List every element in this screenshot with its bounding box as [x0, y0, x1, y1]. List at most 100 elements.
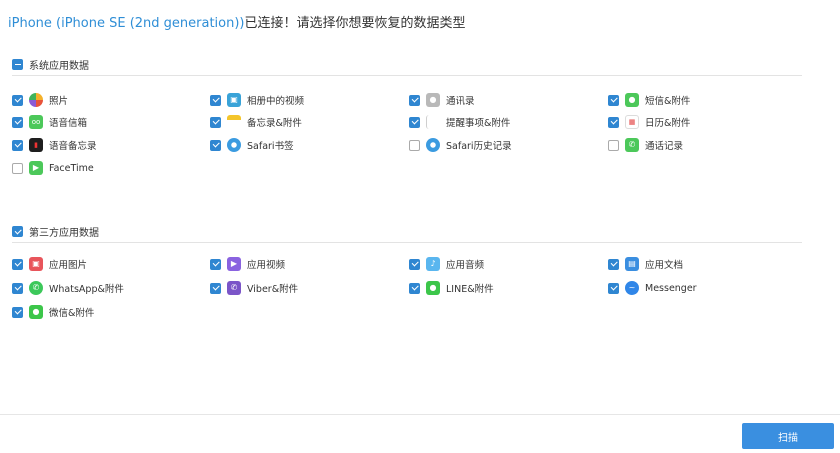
section-third-party-header[interactable]: 第三方应用数据 — [12, 221, 802, 243]
line-checkbox[interactable] — [409, 282, 420, 294]
facetime-icon: ▶ — [29, 161, 43, 175]
line-icon: ● — [426, 281, 440, 295]
reminders-checkbox[interactable] — [409, 116, 420, 128]
voice-memos-label: 语音备忘录 — [49, 141, 97, 152]
calendar-icon: ▦ — [625, 115, 639, 129]
app-audio-label: 应用音频 — [446, 260, 485, 271]
phone-icon: ✆ — [625, 138, 639, 152]
wechat-icon: ● — [29, 305, 43, 319]
whatsapp-label: WhatsApp&附件 — [49, 284, 124, 295]
notes-icon — [227, 115, 241, 129]
facetime-label: FaceTime — [49, 162, 94, 174]
facetime-checkbox[interactable] — [12, 162, 23, 174]
messages-icon: ● — [625, 93, 639, 107]
item-viber[interactable]: ✆ Viber&附件 — [210, 280, 298, 296]
photos-label: 照片 — [49, 96, 69, 107]
whatsapp-icon: ✆ — [29, 281, 43, 295]
album-video-checkbox[interactable] — [210, 94, 221, 106]
app-video-icon: ▶ — [227, 257, 241, 271]
item-reminders[interactable]: 提醒事项&附件 — [409, 114, 510, 130]
item-app-video[interactable]: ▶ 应用视频 — [210, 256, 285, 272]
app-document-checkbox[interactable] — [608, 258, 619, 270]
contacts-icon: ● — [426, 93, 440, 107]
item-wechat[interactable]: ● 微信&附件 — [12, 304, 94, 320]
viber-label: Viber&附件 — [247, 284, 299, 295]
item-facetime[interactable]: ▶ FaceTime — [12, 160, 94, 176]
app-audio-checkbox[interactable] — [409, 258, 420, 270]
app-document-icon: ▤ — [625, 257, 639, 271]
item-messenger[interactable]: ~ Messenger — [608, 280, 697, 296]
section-third-party-label: 第三方应用数据 — [29, 228, 99, 239]
album-video-icon: ▣ — [227, 93, 241, 107]
notes-label: 备忘录&附件 — [247, 118, 302, 129]
calendar-checkbox[interactable] — [608, 116, 619, 128]
call-history-label: 通话记录 — [645, 141, 684, 152]
item-notes[interactable]: 备忘录&附件 — [210, 114, 302, 130]
app-audio-icon: ♪ — [426, 257, 440, 271]
whatsapp-checkbox[interactable] — [12, 282, 23, 294]
footer-divider — [0, 414, 840, 415]
contacts-checkbox[interactable] — [409, 94, 420, 106]
voice-memos-checkbox[interactable] — [12, 139, 23, 151]
item-app-document[interactable]: ▤ 应用文档 — [608, 256, 683, 272]
voicemail-checkbox[interactable] — [12, 116, 23, 128]
item-line[interactable]: ● LINE&附件 — [409, 280, 494, 296]
wechat-checkbox[interactable] — [12, 306, 23, 318]
messenger-label: Messenger — [645, 282, 697, 294]
line-label: LINE&附件 — [446, 284, 494, 295]
messenger-icon: ~ — [625, 281, 639, 295]
voice-memos-icon: ▮ — [29, 138, 43, 152]
safari-bookmarks-label: Safari书签 — [247, 141, 294, 152]
item-app-photos[interactable]: ▣ 应用图片 — [12, 256, 87, 272]
messages-label: 短信&附件 — [645, 96, 691, 107]
safari-bookmarks-checkbox[interactable] — [210, 139, 221, 151]
messages-checkbox[interactable] — [608, 94, 619, 106]
safari-icon — [426, 138, 440, 152]
safari-history-label: Safari历史记录 — [446, 141, 512, 152]
voicemail-label: 语音信箱 — [49, 118, 88, 129]
item-messages[interactable]: ● 短信&附件 — [608, 92, 690, 108]
messenger-checkbox[interactable] — [608, 282, 619, 294]
device-name: iPhone (iPhone SE (2nd generation)) — [8, 16, 245, 31]
app-video-checkbox[interactable] — [210, 258, 221, 270]
contacts-label: 通讯录 — [446, 96, 475, 107]
photos-checkbox[interactable] — [12, 94, 23, 106]
app-video-label: 应用视频 — [247, 260, 286, 271]
viber-icon: ✆ — [227, 281, 241, 295]
section-system-label: 系统应用数据 — [29, 61, 89, 72]
item-safari-history[interactable]: Safari历史记录 — [409, 137, 512, 153]
item-photos[interactable]: 照片 — [12, 92, 68, 108]
recovery-window: iPhone (iPhone SE (2nd generation))已连接！请… — [0, 0, 840, 453]
album-video-label: 相册中的视频 — [247, 96, 305, 107]
app-photos-label: 应用图片 — [49, 260, 88, 271]
item-safari-bookmarks[interactable]: Safari书签 — [210, 137, 294, 153]
calendar-label: 日历&附件 — [645, 118, 691, 129]
reminders-icon — [426, 115, 440, 129]
call-history-checkbox[interactable] — [608, 139, 619, 151]
safari-icon — [227, 138, 241, 152]
item-calendar[interactable]: ▦ 日历&附件 — [608, 114, 690, 130]
app-photos-icon: ▣ — [29, 257, 43, 271]
notes-checkbox[interactable] — [210, 116, 221, 128]
reminders-label: 提醒事项&附件 — [446, 118, 511, 129]
item-contacts[interactable]: ● 通讯录 — [409, 92, 475, 108]
wechat-label: 微信&附件 — [49, 308, 95, 319]
item-album-video[interactable]: ▣ 相册中的视频 — [210, 92, 304, 108]
item-call-history[interactable]: ✆ 通话记录 — [608, 137, 683, 153]
voicemail-icon: oo — [29, 115, 43, 129]
app-document-label: 应用文档 — [645, 260, 684, 271]
section-system-header[interactable]: 系统应用数据 — [12, 54, 802, 76]
photos-icon — [29, 93, 43, 107]
app-photos-checkbox[interactable] — [12, 258, 23, 270]
item-voicemail[interactable]: oo 语音信箱 — [12, 114, 87, 130]
scan-button[interactable]: 扫描 — [742, 423, 834, 449]
page-title: iPhone (iPhone SE (2nd generation))已连接！请… — [8, 12, 466, 31]
connected-message: 已连接！请选择你想要恢复的数据类型 — [244, 16, 466, 31]
section-third-party-checkbox[interactable] — [12, 226, 23, 237]
item-whatsapp[interactable]: ✆ WhatsApp&附件 — [12, 280, 124, 296]
item-app-audio[interactable]: ♪ 应用音频 — [409, 256, 484, 272]
safari-history-checkbox[interactable] — [409, 139, 420, 151]
viber-checkbox[interactable] — [210, 282, 221, 294]
item-voice-memos[interactable]: ▮ 语音备忘录 — [12, 137, 97, 153]
section-system-checkbox[interactable] — [12, 59, 23, 70]
